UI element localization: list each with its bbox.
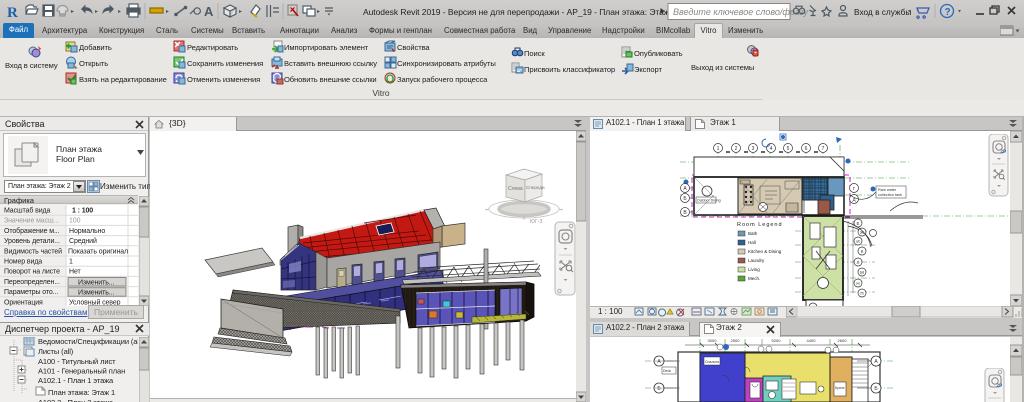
svg-text:Изменить...: Изменить... xyxy=(78,290,114,297)
svg-text:Уровень детали...: Уровень детали... xyxy=(4,238,60,245)
svg-text:6: 6 xyxy=(805,146,808,152)
svg-text:Изменить...: Изменить... xyxy=(78,280,114,287)
svg-text:Показать оригинал: Показать оригинал xyxy=(68,248,128,255)
svg-text:7: 7 xyxy=(822,146,825,152)
svg-text:Ориентация: Ориентация xyxy=(4,299,43,306)
svg-text:Переопределен...: Переопределен... xyxy=(4,279,60,286)
svg-text:Масштаб вида: Масштаб вида xyxy=(4,207,51,215)
svg-text:4400: 4400 xyxy=(807,338,817,343)
svg-text:Л: Л xyxy=(857,260,860,265)
svg-text:3000: 3000 xyxy=(708,338,718,343)
svg-text:Laundry: Laundry xyxy=(748,258,765,263)
svg-text:3: 3 xyxy=(752,146,755,152)
svg-text:А102.2 - План 2 этажа: А102.2 - План 2 этажа xyxy=(38,398,114,402)
svg-text:Видимость частей: Видимость частей xyxy=(4,247,62,255)
svg-text:Hall: Hall xyxy=(748,240,756,245)
svg-text:Rain water: Rain water xyxy=(878,188,897,192)
svg-text:2D: 2D xyxy=(997,383,1004,388)
svg-text:Н: Н xyxy=(856,281,859,286)
svg-text:1: 1 xyxy=(69,259,73,266)
svg-text:Кухня: Кухня xyxy=(835,386,844,390)
svg-text:Kitchen & Dining: Kitchen & Dining xyxy=(748,249,782,254)
svg-text:4: 4 xyxy=(770,146,773,152)
svg-text:2600: 2600 xyxy=(838,338,848,343)
svg-text:5: 5 xyxy=(787,146,790,152)
svg-text:Параметры ото...: Параметры ото... xyxy=(4,289,58,296)
svg-text:Е: Е xyxy=(856,221,859,226)
svg-text:1: 1 xyxy=(717,146,720,152)
svg-text:М: М xyxy=(860,270,864,275)
svg-text:Спереди: Спереди xyxy=(526,185,545,190)
svg-text:Спальня: Спальня xyxy=(705,360,719,364)
svg-text:Ведомости/Спецификации (all): Ведомости/Спецификации (all) xyxy=(38,337,138,346)
svg-text:Поворот на листе: Поворот на листе xyxy=(4,269,60,276)
svg-text:Living: Living xyxy=(748,267,760,272)
svg-text:П: П xyxy=(860,291,863,296)
svg-text:Mech.: Mech. xyxy=(748,276,760,281)
svg-text:ЮГ-З: ЮГ-З xyxy=(530,219,542,225)
svg-text:Нет: Нет xyxy=(69,269,82,276)
svg-text:100: 100 xyxy=(69,218,81,225)
svg-text:И: И xyxy=(856,239,859,244)
svg-text:A101 - Генеральный план: A101 - Генеральный план xyxy=(38,367,125,376)
svg-text:2: 2 xyxy=(735,146,738,152)
svg-text:Номер вида: Номер вида xyxy=(4,259,42,266)
svg-text:Отображение м...: Отображение м... xyxy=(4,227,60,235)
svg-text:A100 - Титульный лист: A100 - Титульный лист xyxy=(38,357,116,366)
svg-text:2D: 2D xyxy=(1001,149,1008,154)
svg-text:Room Legend: Room Legend xyxy=(737,222,783,228)
svg-text:Листы (all): Листы (all) xyxy=(38,347,74,356)
svg-text:Слева: Слева xyxy=(508,186,523,192)
svg-text:2500: 2500 xyxy=(731,338,741,343)
svg-text:1 : 100: 1 : 100 xyxy=(72,208,93,215)
svg-text:А102.1 - План 1 этажа: А102.1 - План 1 этажа xyxy=(38,376,114,385)
svg-text:collection tank: collection tank xyxy=(878,193,902,197)
svg-text:Средний: Средний xyxy=(69,237,97,245)
svg-text:5200: 5200 xyxy=(772,338,782,343)
svg-text:План этажа: Этаж 1: План этажа: Этаж 1 xyxy=(48,388,115,397)
svg-text:Deck: Deck xyxy=(663,369,671,373)
svg-text:Нормально: Нормально xyxy=(69,228,105,235)
svg-text:Bath: Bath xyxy=(748,231,758,236)
svg-text:К: К xyxy=(861,249,864,254)
svg-text:Значение масш...: Значение масш... xyxy=(4,218,59,225)
